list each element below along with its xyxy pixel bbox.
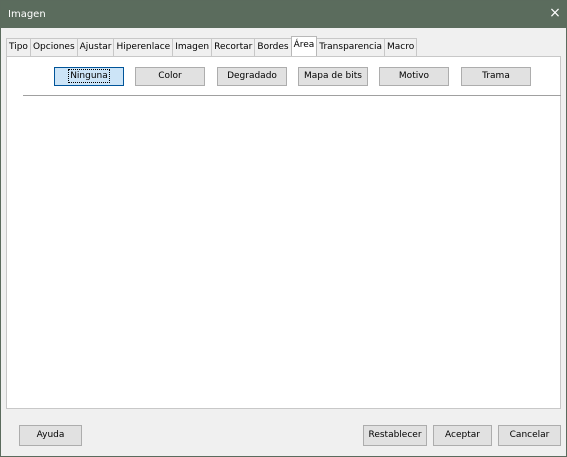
image-dialog: Imagen × Tipo Opciones Ajustar Hiperenla… bbox=[0, 0, 567, 457]
cancel-button[interactable]: Cancelar bbox=[498, 425, 561, 446]
fill-hatch-label: Trama bbox=[482, 71, 510, 81]
fill-color-button[interactable]: Color bbox=[135, 67, 205, 86]
window-title: Imagen bbox=[8, 9, 46, 20]
reset-button[interactable]: Restablecer bbox=[363, 425, 427, 446]
tab-ajustar[interactable]: Ajustar bbox=[76, 38, 115, 56]
fill-bitmap-label: Mapa de bits bbox=[304, 71, 362, 81]
fill-gradient-label: Degradado bbox=[227, 71, 277, 81]
fill-hatch-button[interactable]: Trama bbox=[461, 67, 531, 86]
tab-transparencia[interactable]: Transparencia bbox=[316, 38, 385, 56]
tab-imagen[interactable]: Imagen bbox=[172, 38, 213, 56]
tab-bar: Tipo Opciones Ajustar Hiperenlace Imagen… bbox=[6, 36, 418, 57]
close-icon[interactable]: × bbox=[548, 6, 562, 20]
fill-pattern-label: Motivo bbox=[398, 71, 430, 81]
tab-opciones[interactable]: Opciones bbox=[29, 38, 78, 56]
ok-button[interactable]: Aceptar bbox=[433, 425, 492, 446]
tab-macro[interactable]: Macro bbox=[384, 38, 418, 56]
title-bar: Imagen × bbox=[1, 1, 566, 28]
area-panel: Ninguna Color Degradado Mapa de bits Mot… bbox=[6, 56, 561, 409]
fill-bitmap-button[interactable]: Mapa de bits bbox=[298, 67, 368, 86]
fill-pattern-button[interactable]: Motivo bbox=[379, 67, 449, 86]
help-button[interactable]: Ayuda bbox=[19, 425, 82, 446]
tab-hiperenlace[interactable]: Hiperenlace bbox=[113, 38, 174, 56]
separator-line bbox=[23, 95, 561, 96]
fill-gradient-button[interactable]: Degradado bbox=[217, 67, 287, 86]
tab-area[interactable]: Área bbox=[290, 36, 318, 56]
tab-recortar[interactable]: Recortar bbox=[211, 38, 256, 56]
fill-none-button[interactable]: Ninguna bbox=[54, 67, 124, 86]
fill-color-label: Color bbox=[158, 71, 182, 81]
tab-bordes[interactable]: Bordes bbox=[254, 38, 292, 56]
fill-none-label: Ninguna bbox=[68, 69, 110, 83]
tab-tipo[interactable]: Tipo bbox=[6, 38, 31, 56]
